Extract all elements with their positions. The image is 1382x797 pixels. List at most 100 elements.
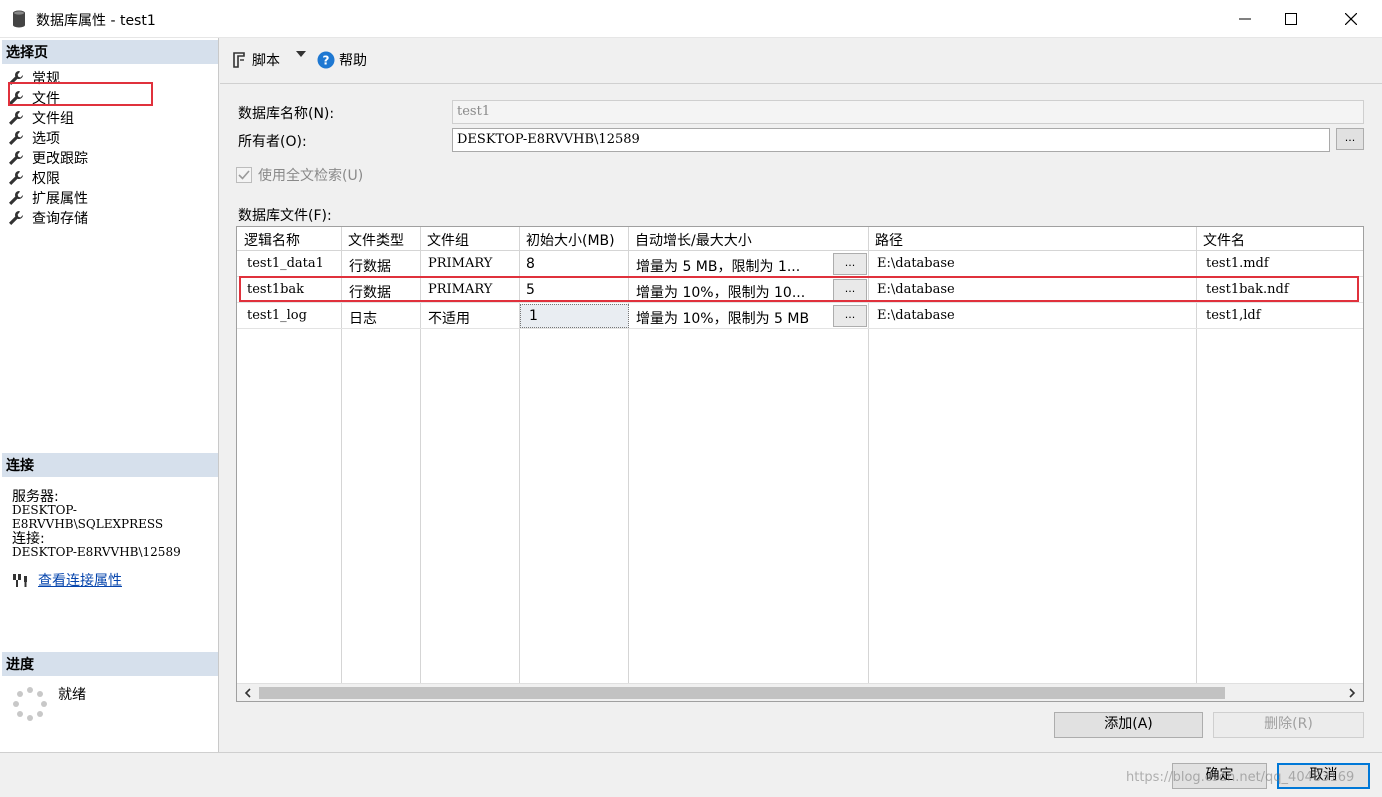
chevron-left-icon [244, 688, 251, 698]
fulltext-option: 使用全文检索(U) [236, 165, 363, 185]
cell-file-name[interactable]: test1bak.ndf [1206, 282, 1289, 297]
minimize-button[interactable] [1222, 0, 1268, 38]
remove-button[interactable]: 删除(R) [1213, 712, 1364, 738]
maximize-icon [1285, 13, 1297, 25]
cell-initial-size[interactable]: 1 [529, 308, 538, 324]
cell-autogrowth: 增量为 10%，限制为 5 MB [636, 311, 810, 327]
cell-autogrowth: 增量为 10%，限制为 10... [636, 285, 806, 301]
nav-item-extended-properties[interactable]: 扩展属性 [8, 188, 88, 208]
watermark: https://blog.csdn.net/qq_40483169 [1126, 770, 1355, 785]
column-header-filegroup[interactable]: 文件组 [427, 230, 469, 250]
cell-autogrowth: 增量为 5 MB，限制为 1... [636, 259, 801, 275]
cell-logical-name[interactable]: test1bak [247, 282, 304, 297]
nav-item-change-tracking[interactable]: 更改跟踪 [8, 148, 88, 168]
horizontal-scrollbar[interactable] [237, 683, 1363, 701]
nav-item-options[interactable]: 选项 [8, 128, 88, 148]
progress-spinner-icon [13, 687, 47, 721]
files-label: 数据库文件(F): [238, 208, 332, 224]
autogrowth-edit-button[interactable]: ... [833, 279, 867, 301]
database-icon [13, 10, 25, 28]
fulltext-checkbox [236, 167, 252, 183]
title-bar: 数据库属性 - test1 [0, 0, 1382, 38]
nav-item-label: 扩展属性 [32, 191, 88, 207]
column-header-initial-size[interactable]: 初始大小(MB) [526, 230, 615, 250]
cell-file-type[interactable]: 日志 [349, 308, 377, 328]
nav-item-label: 权限 [32, 171, 60, 187]
table-row[interactable]: test1_log 日志 不适用 1 增量为 10%，限制为 5 MB ... … [237, 303, 1363, 329]
view-connection-properties[interactable]: 查看连接属性 [12, 570, 122, 590]
close-button[interactable] [1328, 0, 1374, 38]
column-header-logical-name[interactable]: 逻辑名称 [244, 230, 300, 250]
cell-path[interactable]: E:\database [877, 256, 955, 271]
connection-value: DESKTOP-E8RVVHB\12589 [12, 545, 181, 559]
help-button[interactable]: ? 帮助 [317, 50, 367, 70]
window-title: 数据库属性 - test1 [36, 13, 156, 29]
nav-item-filegroups[interactable]: 文件组 [8, 108, 88, 128]
help-icon: ? [317, 51, 335, 69]
script-button[interactable]: 脚本 [230, 50, 280, 70]
owner-label: 所有者(O): [238, 134, 307, 150]
nav-item-query-store[interactable]: 查询存储 [8, 208, 88, 228]
column-header-path[interactable]: 路径 [875, 230, 903, 250]
nav-item-label: 选项 [32, 131, 60, 147]
close-icon [1345, 13, 1357, 25]
script-icon [233, 52, 245, 68]
checkmark-icon [238, 170, 250, 180]
wrench-icon [9, 151, 23, 165]
select-page-header: 选择页 [2, 40, 218, 64]
cell-file-name[interactable]: test1.mdf [1206, 256, 1269, 271]
db-name-label: 数据库名称(N): [238, 106, 335, 122]
chevron-right-icon [1349, 688, 1356, 698]
script-dropdown[interactable] [296, 50, 306, 58]
server-value: DESKTOP-E8RVVHB\SQLEXPRESS [12, 503, 164, 531]
cell-logical-name[interactable]: test1_data1 [247, 256, 324, 271]
svg-text:?: ? [323, 54, 330, 68]
progress-status: 就绪 [58, 687, 86, 703]
wrench-icon [9, 191, 23, 205]
database-files-grid[interactable]: 逻辑名称 文件类型 文件组 初始大小(MB) 自动增长/最大大小 路径 文件名 … [236, 226, 1364, 702]
cell-initial-size[interactable]: 8 [526, 256, 535, 272]
autogrowth-edit-button[interactable]: ... [833, 305, 867, 327]
cell-file-type[interactable]: 行数据 [349, 256, 391, 276]
autogrowth-edit-button[interactable]: ... [833, 253, 867, 275]
table-row[interactable]: test1bak 行数据 PRIMARY 5 增量为 10%，限制为 10...… [237, 277, 1363, 303]
nav-item-label: 查询存储 [32, 211, 88, 227]
cell-file-name[interactable]: test1,ldf [1206, 308, 1261, 323]
cell-path[interactable]: E:\database [877, 282, 955, 297]
progress-header: 进度 [2, 652, 218, 676]
nav-item-permissions[interactable]: 权限 [8, 168, 88, 188]
scroll-right-button[interactable] [1343, 684, 1361, 701]
cell-filegroup[interactable]: 不适用 [428, 308, 470, 328]
cell-filegroup[interactable]: PRIMARY [428, 282, 492, 297]
nav-item-label: 文件组 [32, 111, 74, 127]
initial-size-editor[interactable]: 1 [520, 304, 629, 328]
cell-logical-name[interactable]: test1_log [247, 308, 307, 323]
scrollbar-thumb[interactable] [259, 687, 1225, 699]
column-header-autogrowth[interactable]: 自动增长/最大大小 [635, 230, 752, 250]
column-header-file-type[interactable]: 文件类型 [348, 230, 404, 250]
cell-filegroup[interactable]: PRIMARY [428, 256, 492, 271]
grid-header: 逻辑名称 文件类型 文件组 初始大小(MB) 自动增长/最大大小 路径 文件名 [237, 227, 1363, 251]
owner-field[interactable]: DESKTOP-E8RVVHB\12589 [452, 128, 1330, 152]
connection-icon [13, 574, 27, 587]
wrench-icon [9, 171, 23, 185]
wrench-icon [9, 211, 23, 225]
maximize-button[interactable] [1268, 0, 1314, 38]
db-name-field: test1 [452, 100, 1364, 124]
cell-path[interactable]: E:\database [877, 308, 955, 323]
toolbar: 脚本 ? 帮助 [220, 38, 1382, 84]
cell-file-type[interactable]: 行数据 [349, 282, 391, 302]
minimize-icon [1239, 18, 1251, 20]
nav-item-label: 更改跟踪 [32, 151, 88, 167]
selection-highlight [8, 82, 153, 106]
scroll-left-button[interactable] [239, 684, 257, 701]
left-panel: 选择页 常规 文件 文件组 选项 更改跟踪 权限 扩展属性 查询存储 连接 服务… [0, 38, 219, 752]
table-row[interactable]: test1_data1 行数据 PRIMARY 8 增量为 5 MB，限制为 1… [237, 251, 1363, 277]
column-header-file-name[interactable]: 文件名 [1203, 230, 1245, 250]
owner-browse-button[interactable]: ... [1336, 128, 1364, 150]
chevron-down-icon [296, 51, 306, 57]
wrench-icon [9, 111, 23, 125]
cell-initial-size[interactable]: 5 [526, 282, 535, 298]
view-connection-link[interactable]: 查看连接属性 [38, 570, 122, 590]
add-button[interactable]: 添加(A) [1054, 712, 1203, 738]
